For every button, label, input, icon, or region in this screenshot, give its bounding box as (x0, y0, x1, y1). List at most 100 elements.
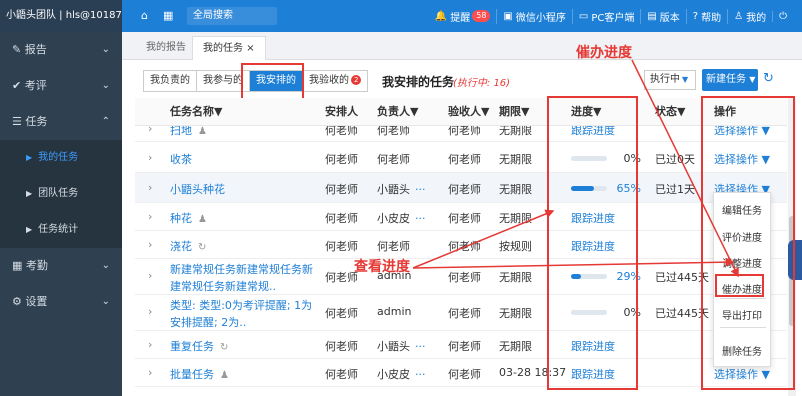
gear-icon: ⚙ (12, 295, 26, 308)
menu-item-rate-progress[interactable]: 评价进度 (722, 229, 762, 244)
expand-icon[interactable]: › (148, 181, 152, 194)
grid-icon[interactable]: ▦ (163, 8, 173, 24)
table-header: 任务名称▼ 安排人 负责人▼ 验收人▼ 期限▼ 进度▼ 状态▼ 操作 (135, 98, 787, 126)
sidebar-item-my-tasks[interactable]: ▶ 我的任务 (0, 140, 122, 176)
table-row[interactable]: › 小鼯头种花 何老师 小鼯头 ··· 何老师 无期限 65% 已过1天 选择操作… (135, 173, 787, 203)
more-icon[interactable]: ··· (415, 368, 426, 381)
more-icon[interactable]: ··· (415, 340, 426, 353)
help-button[interactable]: ? 帮助 (685, 8, 727, 24)
chevron-down-icon: ▼ (682, 75, 689, 84)
expand-icon[interactable]: › (148, 238, 152, 251)
chevron-up-icon: ⌃ (101, 116, 110, 127)
expand-icon[interactable]: › (148, 210, 152, 223)
track-progress-link[interactable]: 跟踪进度 (571, 126, 615, 137)
col-progress[interactable]: 进度▼ (571, 98, 601, 126)
expand-icon[interactable]: › (148, 305, 152, 318)
table-row[interactable]: › 重复任务 ↻ 何老师 小鼯头 ··· 何老师 无期限 跟踪进度 (135, 331, 787, 359)
table-row[interactable]: › 新建常规任务新建常规任务新建常规任务新建常规.. 何老师 admin 何老师… (135, 259, 787, 295)
notifications-button[interactable]: 🔔 提醒 58 (429, 9, 497, 24)
page-tabs: 我的报告 我的任务 × (122, 32, 802, 60)
col-status[interactable]: 状态▼ (655, 98, 685, 126)
track-progress-link[interactable]: 跟踪进度 (571, 368, 615, 381)
status-text: 已过445天 (655, 307, 709, 320)
progress-percent: 65% (616, 181, 641, 195)
more-icon[interactable]: ··· (415, 183, 426, 196)
logout-button[interactable]: ⏻ (772, 10, 796, 22)
home-icon[interactable]: ⌂ (141, 8, 148, 24)
status-text: 已过445天 (655, 271, 709, 284)
progress-percent: 0% (623, 151, 641, 165)
tab-arranged[interactable]: 我安排的 (250, 71, 303, 91)
col-ops: 操作 (714, 105, 736, 118)
table-row[interactable]: › 浇花 ↻ 何老师 何老师 何老师 按规则 跟踪进度 (135, 231, 787, 259)
new-task-button[interactable]: 新建任务 ▼ (702, 69, 758, 91)
table-row[interactable]: › 种花 ♟ 何老师 小皮皮 ··· 何老师 无期限 跟踪进度 (135, 203, 787, 231)
chevron-down-icon: ⌄ (101, 260, 110, 271)
wechat-miniapp-button[interactable]: ▣ 微信小程序 (496, 8, 571, 24)
menu-item-adjust-progress[interactable]: 调整进度 (722, 255, 762, 270)
col-name[interactable]: 任务名称▼ (170, 98, 222, 126)
expand-icon[interactable]: › (148, 151, 152, 164)
expand-icon[interactable]: › (148, 269, 152, 282)
progress-bar (571, 185, 607, 191)
profile-button[interactable]: ♙ 我的 (727, 8, 772, 24)
repeat-icon: ↻ (220, 342, 229, 353)
col-owner[interactable]: 负责人▼ (377, 98, 418, 126)
select-action-button[interactable]: 选择操作 ▼ (714, 126, 770, 138)
progress-bar (571, 309, 607, 315)
more-icon[interactable]: ··· (415, 212, 426, 225)
expand-icon[interactable]: › (148, 338, 152, 351)
select-action-button[interactable]: 选择操作 ▼ (714, 151, 770, 167)
progress-percent: 29% (616, 269, 641, 283)
tab-my-tasks[interactable]: 我的任务 × (192, 36, 266, 60)
pc-client-button[interactable]: ▭ PC客户端 (571, 8, 640, 24)
expand-icon[interactable]: › (148, 366, 152, 379)
menu-item-export-print[interactable]: 导出打印 (722, 307, 762, 322)
menu-item-delete-task[interactable]: 删除任务 (722, 343, 762, 358)
tab-to-accept[interactable]: 我验收的 2 (303, 71, 367, 91)
version-button[interactable]: ▤ 版本 (640, 8, 685, 24)
floating-widget[interactable] (788, 240, 802, 280)
close-icon[interactable]: × (246, 43, 254, 54)
global-search[interactable]: 全局搜索 (187, 7, 277, 25)
sidebar-item-attendance[interactable]: ▦ 考勤 ⌄ (0, 248, 122, 284)
bell-icon: 🔔 (434, 10, 448, 22)
col-checker[interactable]: 验收人▼ (448, 98, 489, 126)
track-progress-link[interactable]: 跟踪进度 (571, 212, 615, 225)
track-progress-link[interactable]: 跟踪进度 (571, 340, 615, 353)
tab-participating[interactable]: 我参与的 (197, 71, 250, 91)
sidebar-item-settings[interactable]: ⚙ 设置 ⌄ (0, 284, 122, 320)
sidebar-item-task-stats[interactable]: ▶ 任务统计 (0, 212, 122, 248)
caret-right-icon: ▶ (26, 153, 33, 162)
menu-item-urge-progress[interactable]: 催办进度 (722, 281, 762, 296)
col-deadline[interactable]: 期限▼ (499, 98, 529, 126)
sidebar-item-report[interactable]: ✎ 报告 ⌄ (0, 32, 122, 68)
group-icon: ♟ (220, 370, 229, 381)
status-filter-select[interactable]: 执行中 ▼ (644, 70, 696, 90)
menu-divider (720, 327, 766, 328)
edit-icon: ✎ (12, 43, 25, 56)
sidebar-item-tasks[interactable]: ☰ 任务 ⌃ (0, 104, 122, 140)
progress-bar (571, 155, 607, 161)
callout-urge-progress: 催办进度 (576, 45, 632, 61)
table-row[interactable]: › 收茶 何老师 何老师 何老师 无期限 0% 已过0天 选择操作 ▼ (135, 143, 787, 173)
menu-item-edit-task[interactable]: 编辑任务 (722, 202, 762, 217)
tab-my-reports[interactable]: 我的报告 (136, 36, 196, 60)
version-icon: ▤ (647, 10, 657, 22)
refresh-icon[interactable]: ↻ (763, 70, 774, 88)
count-badge: 2 (351, 75, 362, 85)
col-arranger: 安排人 (325, 105, 358, 118)
table-row[interactable]: › 类型: 类型:0为考评提醒; 1为安排提醒; 2为.. 何老师 admin … (135, 295, 787, 331)
sidebar-item-team-tasks[interactable]: ▶ 团队任务 (0, 176, 122, 212)
table-row[interactable]: › 批量任务 ♟ 何老师 小皮皮 ··· 何老师 03-28 18:37 跟踪进度 … (135, 359, 787, 387)
expand-icon[interactable]: › (148, 126, 152, 135)
desktop-icon: ▭ (578, 10, 589, 22)
sidebar-item-review[interactable]: ✔ 考评 ⌄ (0, 68, 122, 104)
table-row[interactable]: › 扫地 ♟ 何老师 何老师 何老师 无期限 跟踪进度 选择操作 ▼ (135, 126, 787, 142)
action-dropdown-menu: 编辑任务 评价进度 调整进度 催办进度 导出打印 删除任务 (713, 192, 771, 367)
caret-right-icon: ▶ (26, 225, 33, 234)
tab-responsible[interactable]: 我负责的 (144, 71, 197, 91)
select-action-button[interactable]: 选择操作 ▼ (714, 366, 770, 382)
user-icon: ♙ (734, 10, 744, 22)
track-progress-link[interactable]: 跟踪进度 (571, 240, 615, 253)
